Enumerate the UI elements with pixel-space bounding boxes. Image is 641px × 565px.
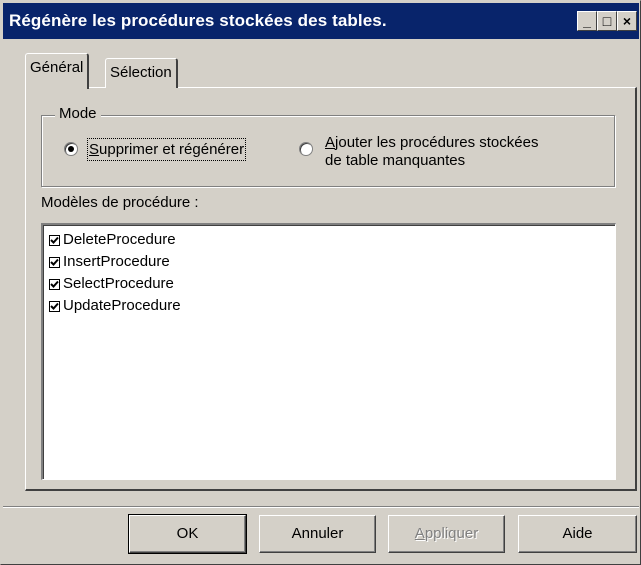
tab-selection-label: Sélection: [110, 64, 172, 81]
ok-button-label: OK: [176, 525, 199, 542]
window-title: Régénère les procédures stockées des tab…: [9, 11, 387, 30]
close-button[interactable]: ×: [617, 11, 637, 31]
help-button[interactable]: Aide: [518, 515, 637, 553]
mnemonic-apply: A: [414, 525, 425, 542]
tab-selection[interactable]: Sélection: [105, 58, 178, 88]
apply-button[interactable]: Appliquer: [388, 515, 505, 553]
cancel-button-label: Annuler: [291, 525, 344, 542]
cancel-button[interactable]: Annuler: [259, 515, 376, 553]
apply-button-label: ppliquer: [424, 525, 479, 542]
maximize-icon: □: [602, 13, 612, 29]
tab-general[interactable]: Général: [25, 53, 90, 89]
maximize-button[interactable]: □: [597, 11, 617, 31]
ok-button[interactable]: OK: [128, 514, 247, 554]
tab-general-label: Général: [30, 59, 84, 76]
help-button-label: Aide: [562, 525, 593, 542]
title-bar[interactable]: Régénère les procédures stockées des tab…: [3, 3, 639, 39]
close-icon: ×: [622, 13, 632, 29]
dialog-window: Régénère les procédures stockées des tab…: [0, 0, 641, 565]
minimize-button[interactable]: _: [577, 11, 597, 31]
footer-divider: [3, 506, 639, 508]
tab-panel: [25, 87, 637, 491]
minimize-icon: _: [583, 13, 591, 29]
